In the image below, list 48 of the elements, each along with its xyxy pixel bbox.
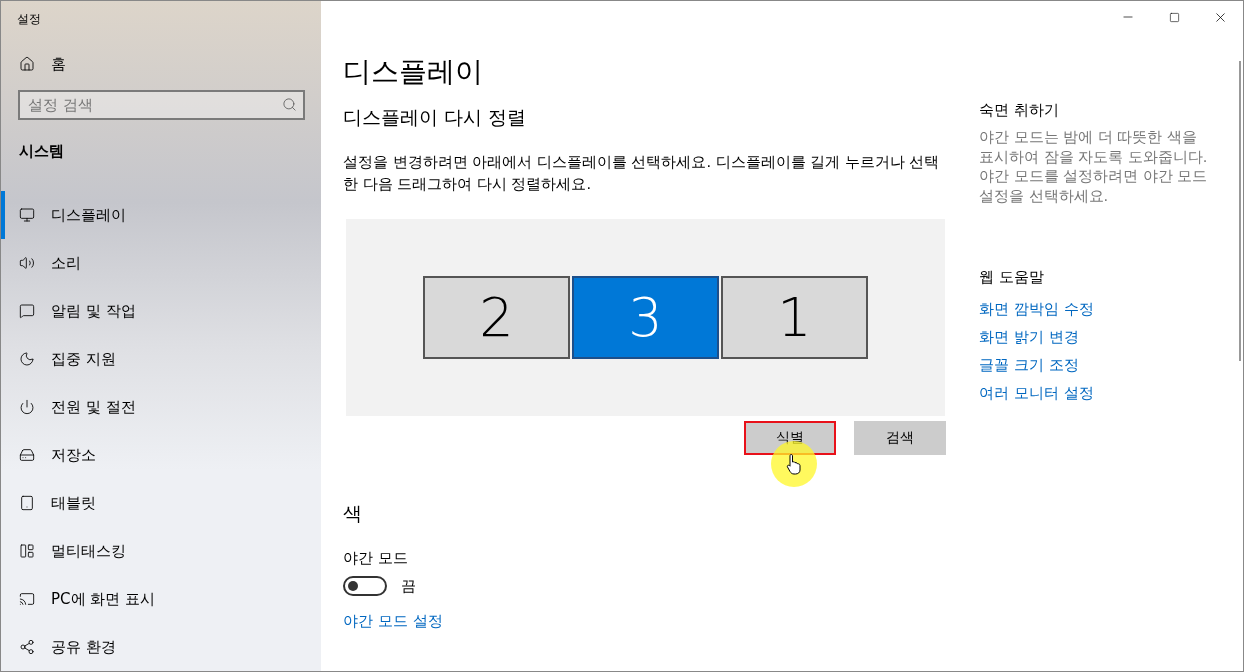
nav-item[interactable]: 저장소: [1, 431, 321, 479]
monitor-tile[interactable]: 2: [423, 276, 570, 359]
power-icon: [19, 399, 35, 415]
nav-item[interactable]: 전원 및 절전: [1, 383, 321, 431]
multitask-icon: [19, 543, 35, 559]
projector-icon: [19, 591, 35, 607]
aside-text: 야간 모드는 밤에 더 따뜻한 색을 표시하여 잠을 자도록 도와줍니다. 야간 모드를 설정하려면 야간 모드 설정을 선택하세요.: [979, 128, 1209, 206]
message-icon: [19, 303, 35, 319]
setting-label: 야간 모드: [343, 549, 409, 568]
aside-title: 웹 도움말: [979, 268, 1045, 287]
section-title: 시스템: [18, 140, 65, 162]
home-icon: [19, 56, 35, 73]
toggle-state: 끔: [401, 576, 416, 596]
search-icon: [282, 96, 297, 112]
section-title: 색: [343, 501, 363, 526]
moon-icon: [19, 351, 35, 367]
search-field[interactable]: 설정 검색: [18, 89, 305, 120]
nav-item[interactable]: 태블릿: [1, 479, 321, 527]
settings-link[interactable]: 야간 모드 설정: [343, 612, 443, 631]
tablet-icon: [19, 495, 35, 511]
monitor-icon: [19, 207, 35, 223]
speaker-icon: [19, 255, 35, 271]
help-link[interactable]: 여러 모니터 설정: [979, 379, 1094, 407]
window-title: 설정: [16, 11, 42, 28]
detect-button[interactable]: 검색: [854, 421, 946, 455]
maximize-icon[interactable]: [1168, 11, 1180, 23]
nav-item[interactable]: 알림 및 작업: [1, 287, 321, 335]
drive-icon: [19, 447, 35, 463]
nav-item[interactable]: 소리: [1, 239, 321, 287]
help-link[interactable]: 글꼴 크기 조정: [979, 351, 1079, 379]
description-text: 설정을 변경하려면 아래에서 디스플레이를 선택하세요. 디스플레이를 길게 누르거나 선택한 다음 드래그하여 다시 정렬하세요.: [343, 153, 941, 194]
help-link[interactable]: 화면 밝기 변경: [979, 323, 1079, 351]
nav-item[interactable]: 디스플레이: [1, 191, 321, 239]
nav-item[interactable]: PC에 화면 표시: [1, 575, 321, 623]
nav-item[interactable]: 집중 지원: [1, 335, 321, 383]
help-link[interactable]: 화면 깜박임 수정: [979, 295, 1094, 323]
nav-item[interactable]: 공유 환경: [1, 623, 321, 671]
hand-cursor-icon: [786, 453, 802, 475]
share-icon: [19, 639, 35, 655]
nav-item[interactable]: 멀티태스킹: [1, 527, 321, 575]
monitor-tile[interactable]: 3: [572, 276, 719, 359]
toggle-switch[interactable]: [343, 576, 387, 596]
page-title: 디스플레이: [343, 54, 484, 90]
section-title: 디스플레이 다시 정렬: [343, 105, 528, 130]
home-link[interactable]: 홈: [1, 34, 321, 74]
scrollbar[interactable]: [1239, 61, 1241, 361]
aside-title: 숙면 취하기: [979, 101, 1060, 120]
monitor-tile[interactable]: 1: [721, 276, 868, 359]
